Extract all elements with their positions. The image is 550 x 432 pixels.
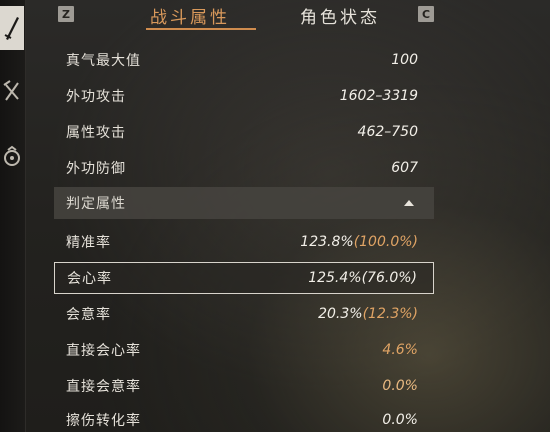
tab-character-status[interactable]: 角色状态 (275, 3, 405, 28)
side-icon-rail (0, 0, 26, 432)
sword-icon[interactable] (0, 6, 24, 50)
stat-value: 4.6% (382, 342, 418, 358)
stat-value: 123.8%(100.0%) (300, 234, 418, 250)
stat-row-max-qi[interactable]: 真气最大值 100 (54, 44, 434, 76)
stat-value: 125.4%(76.0%) (308, 270, 417, 286)
stat-base-value: (12.3%) (362, 306, 418, 322)
stat-label: 会心率 (67, 271, 112, 287)
pouch-icon[interactable] (0, 132, 24, 176)
collapse-triangle-icon[interactable] (404, 200, 414, 206)
stat-row-crit[interactable]: 会心率 125.4%(76.0%) (54, 262, 434, 294)
stat-value: 1602–3319 (339, 88, 418, 104)
prev-tab-key[interactable]: Z (58, 6, 74, 22)
stat-value: 100 (391, 52, 418, 68)
stat-row-external-attack[interactable]: 外功攻击 1602–3319 (54, 80, 434, 112)
stat-value: 0.0% (382, 412, 418, 428)
stat-label: 外功防御 (66, 161, 126, 177)
stat-label: 真气最大值 (66, 53, 141, 69)
stat-value: 0.0% (382, 378, 418, 394)
stat-value: 20.3%(12.3%) (318, 306, 418, 322)
stat-label: 会意率 (66, 307, 111, 323)
stat-label: 属性攻击 (66, 125, 126, 141)
stat-row-external-defense[interactable]: 外功防御 607 (54, 152, 434, 184)
stat-label: 直接会心率 (66, 343, 141, 359)
stat-label: 擦伤转化率 (66, 413, 141, 429)
stat-base-value: (100.0%) (353, 234, 418, 250)
next-tab-key[interactable]: C (418, 6, 434, 22)
stat-base-value: (76.0%) (361, 270, 417, 286)
tab-bar: Z 战斗属性 角色状态 C (50, 0, 440, 30)
stat-label: 精准率 (66, 235, 111, 251)
section-label: 判定属性 (66, 196, 126, 212)
stat-row-attribute-attack[interactable]: 属性攻击 462–750 (54, 116, 434, 148)
active-tab-underline (146, 28, 256, 30)
stat-row-insight[interactable]: 会意率 20.3%(12.3%) (54, 298, 434, 330)
stat-row-direct-crit[interactable]: 直接会心率 4.6% (54, 334, 434, 366)
stat-value: 607 (391, 160, 418, 176)
stat-label: 直接会意率 (66, 379, 141, 395)
tab-combat-attributes[interactable]: 战斗属性 (125, 3, 255, 28)
stat-row-direct-insight[interactable]: 直接会意率 0.0% (54, 370, 434, 402)
stat-row-accuracy[interactable]: 精准率 123.8%(100.0%) (54, 226, 434, 258)
stat-label: 外功攻击 (66, 89, 126, 105)
crossed-tools-icon[interactable] (0, 68, 24, 112)
section-header-judgement[interactable]: 判定属性 (54, 187, 434, 219)
stat-row-graze-conversion[interactable]: 擦伤转化率 0.0% (54, 404, 434, 432)
stat-value: 462–750 (357, 124, 418, 140)
